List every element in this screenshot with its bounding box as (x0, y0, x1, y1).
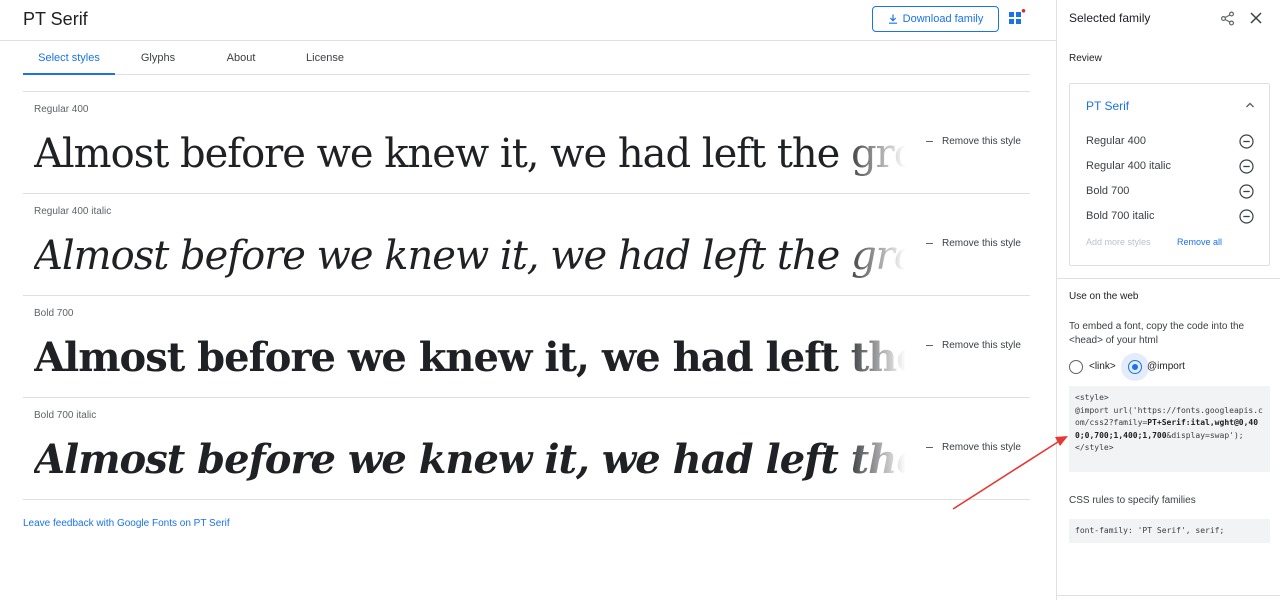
sample-fade (841, 329, 911, 387)
minus-circle-icon[interactable] (1239, 184, 1254, 199)
panel-divider (1057, 278, 1280, 279)
review-item: Bold 700 italic (1086, 207, 1256, 227)
top-bar: PT Serif Download family (0, 0, 1056, 41)
style-row-regular-400-italic: Regular 400 italic Almost before we knew… (23, 194, 1030, 296)
style-label: Bold 700 (34, 308, 74, 319)
minus-circle-icon[interactable] (1239, 159, 1254, 174)
panel-divider-bottom (1057, 595, 1280, 596)
style-sample-text: Almost before we knew it, we had left th… (34, 431, 911, 489)
embed-code-block[interactable]: <style> @import url('https://fonts.googl… (1069, 386, 1270, 472)
review-item-label: Regular 400 (1086, 135, 1146, 147)
sample-fade (841, 227, 911, 285)
review-item: Regular 400 italic (1086, 157, 1256, 177)
feedback-link[interactable]: Leave feedback with Google Fonts on PT S… (23, 518, 230, 529)
sample-fade (841, 431, 911, 489)
review-heading: Review (1069, 53, 1102, 64)
close-icon[interactable] (1249, 11, 1263, 25)
download-family-button[interactable]: Download family (872, 6, 999, 32)
style-sample-text: Almost before we knew it, we had left th… (34, 227, 911, 285)
remove-style-button[interactable]: Remove this style (926, 442, 1021, 453)
minus-circle-icon[interactable] (1239, 209, 1254, 224)
panel-title: Selected family (1069, 11, 1151, 25)
style-row-regular-400: Regular 400 Almost before we knew it, we… (23, 92, 1030, 194)
main-content: PT Serif Download family Select styles G… (0, 0, 1056, 600)
style-row-bold-700: Bold 700 Almost before we knew it, we ha… (23, 296, 1030, 398)
radio-import[interactable] (1128, 360, 1142, 374)
review-card: PT Serif Regular 400 Regular 400 italic … (1069, 83, 1270, 266)
css-rules-heading: CSS rules to specify families (1069, 495, 1196, 506)
remove-style-button[interactable]: Remove this style (926, 238, 1021, 249)
chevron-up-icon[interactable] (1245, 101, 1255, 109)
download-icon (888, 14, 897, 24)
remove-style-label: Remove this style (942, 340, 1021, 351)
style-sample: Almost before we knew it, we had left th… (34, 131, 911, 177)
embed-type-selector: <link> @import (1069, 353, 1269, 381)
review-item-label: Regular 400 italic (1086, 160, 1171, 172)
style-sample: Almost before we knew it, we had left th… (34, 334, 911, 381)
review-item-label: Bold 700 (1086, 185, 1130, 197)
remove-all-button[interactable]: Remove all (1177, 237, 1222, 247)
tab-glyphs[interactable]: Glyphs (123, 42, 193, 74)
minus-icon (926, 345, 933, 346)
minus-circle-icon[interactable] (1239, 134, 1254, 149)
style-sample-text: Almost before we knew it, we had left th… (34, 329, 911, 387)
tab-bar: Select styles Glyphs About License (23, 42, 1030, 75)
sample-fade (841, 125, 911, 183)
radio-link[interactable] (1069, 360, 1083, 374)
tab-license[interactable]: License (291, 42, 359, 74)
review-item: Bold 700 (1086, 182, 1256, 202)
style-label: Bold 700 italic (34, 410, 97, 421)
minus-icon (926, 447, 933, 448)
remove-style-button[interactable]: Remove this style (926, 136, 1021, 147)
review-item-label: Bold 700 italic (1086, 210, 1155, 222)
tab-select-styles[interactable]: Select styles (23, 42, 115, 75)
panel-header: Selected family (1057, 0, 1280, 37)
style-sample-text: Almost before we knew it, we had left th… (34, 125, 911, 183)
embed-description: To embed a font, copy the code into the … (1069, 321, 1245, 346)
style-sample: Almost before we knew it, we had left th… (34, 233, 911, 279)
style-label: Regular 400 italic (34, 206, 112, 217)
use-on-web-heading: Use on the web (1069, 291, 1139, 302)
remove-style-label: Remove this style (942, 442, 1021, 453)
page-title: PT Serif (23, 9, 88, 29)
radio-import-label[interactable]: @import (1147, 361, 1185, 372)
minus-icon (926, 141, 933, 142)
css-rule-block[interactable]: font-family: 'PT Serif', serif; (1069, 519, 1270, 543)
review-family-name[interactable]: PT Serif (1086, 99, 1129, 113)
review-item: Regular 400 (1086, 132, 1256, 152)
remove-style-label: Remove this style (942, 238, 1021, 249)
style-row-bold-700-italic: Bold 700 italic Almost before we knew it… (23, 398, 1030, 500)
share-icon[interactable] (1220, 11, 1235, 26)
radio-link-label[interactable]: <link> (1089, 361, 1116, 372)
selected-family-panel: Selected family Review PT Serif Regular … (1056, 0, 1280, 600)
download-family-label: Download family (902, 13, 984, 25)
style-label: Regular 400 (34, 104, 89, 115)
apps-add-icon[interactable] (1008, 9, 1026, 27)
tab-about[interactable]: About (207, 42, 275, 74)
style-sample: Almost before we knew it, we had left th… (34, 436, 911, 483)
style-list: Regular 400 Almost before we knew it, we… (23, 91, 1030, 500)
minus-icon (926, 243, 933, 244)
remove-style-button[interactable]: Remove this style (926, 340, 1021, 351)
remove-style-label: Remove this style (942, 136, 1021, 147)
add-more-styles-button[interactable]: Add more styles (1086, 237, 1151, 247)
